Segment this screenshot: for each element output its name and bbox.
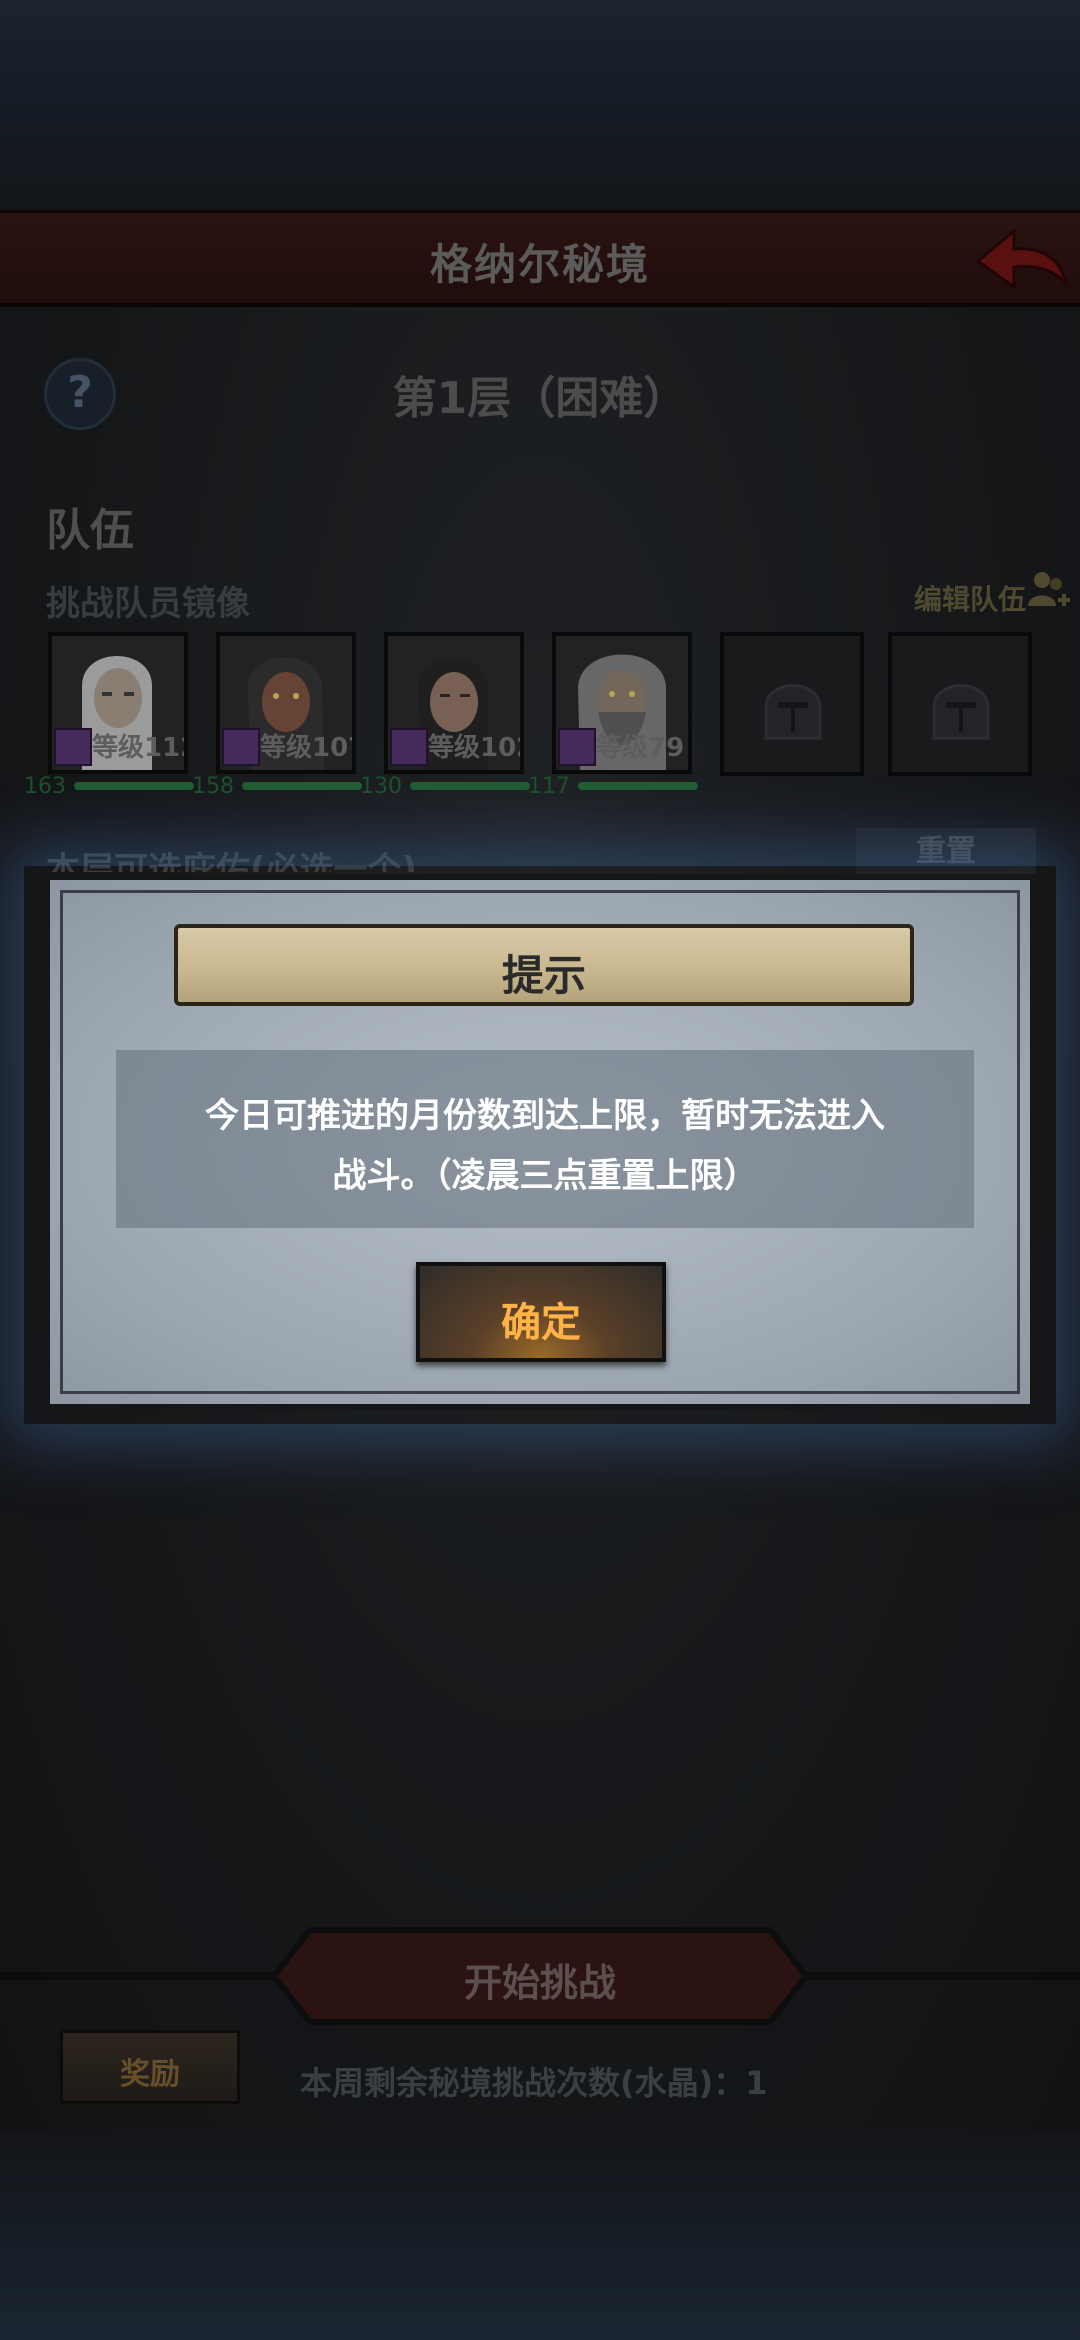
dialog-message-panel: 今日可推进的月份数到达上限，暂时无法进入 战斗。（凌晨三点重置上限） (116, 1050, 974, 1228)
dialog-title: 提示 (501, 951, 586, 1000)
dialog-message-line-2: 战斗。（凌晨三点重置上限） (332, 1156, 758, 1196)
dialog-title-scroll: 提示 (174, 924, 914, 1006)
dialog-message-line-1: 今日可推进的月份数到达上限，暂时无法进入 (205, 1096, 885, 1136)
confirm-label: 确定 (501, 1300, 581, 1346)
notice-dialog: 提示 今日可推进的月份数到达上限，暂时无法进入 战斗。（凌晨三点重置上限） 确定 (44, 874, 1036, 1410)
confirm-button[interactable]: 确定 (416, 1262, 666, 1362)
